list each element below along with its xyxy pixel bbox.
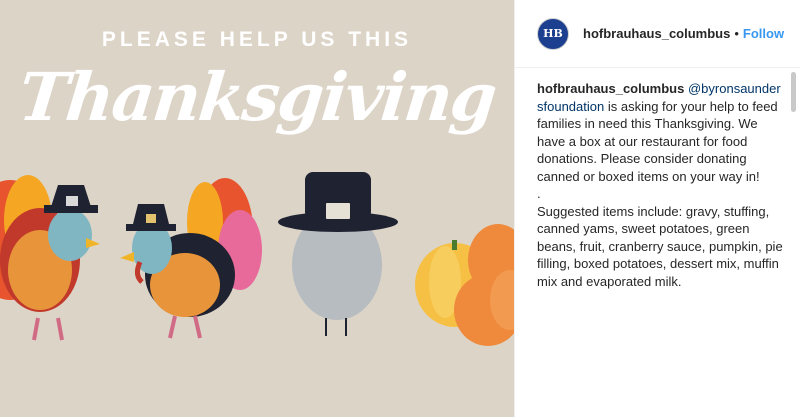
instagram-post: PLEASE HELP US THIS Thanksgiving HB hofb… (0, 0, 800, 417)
post-header: HB hofbrauhaus_columbus • Follow (515, 0, 800, 68)
header-separator: • (734, 26, 739, 41)
avatar[interactable]: HB (537, 17, 569, 50)
header-username[interactable]: hofbrauhaus_columbus (583, 26, 730, 41)
caption-username[interactable]: hofbrauhaus_columbus (537, 81, 684, 96)
caption-text-2: Suggested items include: gravy, stuffing… (537, 203, 783, 289)
post-side-panel: HB hofbrauhaus_columbus • Follow hofbrauha… (514, 0, 800, 417)
avatar-text: HB (543, 27, 563, 40)
scrollbar[interactable] (791, 72, 796, 112)
follow-button[interactable]: Follow (743, 26, 784, 41)
image-headline: PLEASE HELP US THIS (101, 28, 413, 51)
header-text: hofbrauhaus_columbus • Follow (583, 26, 784, 41)
caption: hofbrauhaus_columbus @byronsaunder sfoun… (515, 68, 800, 290)
post-image[interactable]: PLEASE HELP US THIS Thanksgiving (0, 0, 514, 417)
caption-dot: . (537, 186, 541, 201)
image-script-title: Thanksgiving (15, 58, 499, 136)
